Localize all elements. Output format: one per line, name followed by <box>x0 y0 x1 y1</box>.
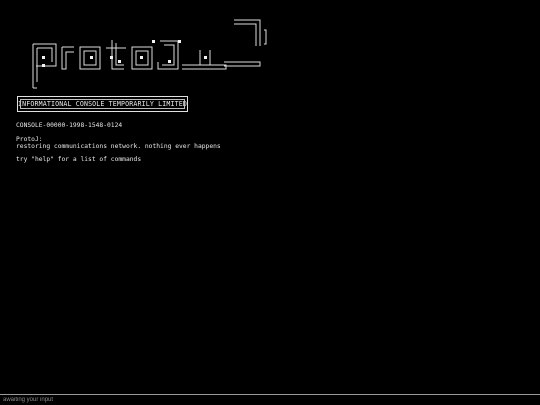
command-input-bar <box>0 394 540 405</box>
console-id-line: CONSOLE-00000-1998-1548-0124 <box>16 122 123 129</box>
help-hint: try "help" for a list of commands <box>16 156 142 163</box>
command-input[interactable] <box>1 395 540 404</box>
status-message: restoring communications network. nothin… <box>16 143 221 150</box>
message-sender: ProtoJ: <box>16 136 43 143</box>
limited-console-notice: INFORMATIONAL CONSOLE TEMPORARILY LIMITE… <box>17 96 188 112</box>
protoj-ascii-logo <box>32 19 267 89</box>
